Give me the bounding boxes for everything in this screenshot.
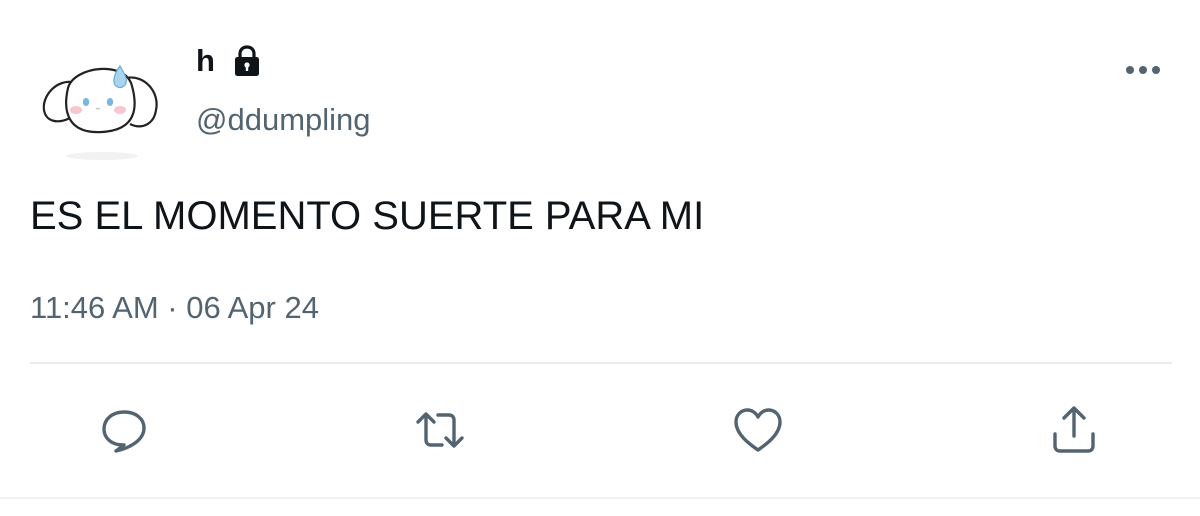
retweet-button[interactable] (412, 404, 468, 456)
like-button[interactable] (730, 404, 786, 456)
display-name[interactable]: h (196, 43, 215, 79)
reply-button[interactable] (96, 404, 152, 456)
reply-icon (102, 410, 146, 453)
share-button[interactable] (1046, 404, 1102, 456)
heart-icon (734, 408, 782, 452)
tweet-text: ES EL MOMENTO SUERTE PARA MI (30, 194, 705, 238)
avatar-image (42, 64, 158, 160)
lock-icon (231, 44, 263, 78)
retweet-icon (416, 412, 464, 448)
divider (30, 362, 1172, 364)
name-row: h (196, 40, 263, 82)
user-handle[interactable]: @ddumpling (196, 102, 371, 138)
tweet-card: h @ddumpling ES EL MOMENTO SUERTE PARA M… (0, 0, 1200, 516)
bottom-divider (0, 497, 1200, 499)
more-options-icon[interactable] (1124, 60, 1162, 80)
share-icon (1053, 406, 1095, 453)
tweet-timestamp[interactable]: 11:46 AM · 06 Apr 24 (30, 290, 319, 326)
avatar[interactable] (36, 44, 166, 164)
